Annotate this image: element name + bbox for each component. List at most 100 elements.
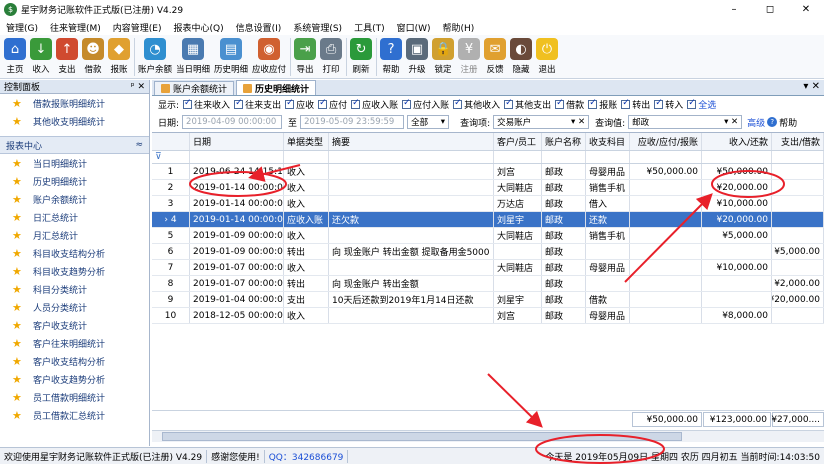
toolbar-button-17[interactable]: ◐ 隐藏 xyxy=(510,35,533,79)
checkbox-box[interactable] xyxy=(555,98,565,109)
toolbar-button-4[interactable]: ◆ 报账 xyxy=(108,35,130,79)
menu-item-4[interactable]: 信息设置(I) xyxy=(230,21,288,34)
toolbar-button-8[interactable]: ◉ 应收应付 xyxy=(252,35,286,79)
column-header[interactable] xyxy=(152,133,190,150)
column-header[interactable]: 单据类型 xyxy=(284,133,329,150)
filter-checkbox-8[interactable]: 借款 xyxy=(555,98,584,111)
checkbox-box[interactable] xyxy=(318,98,328,109)
column-header[interactable]: 应收/应付/报账 xyxy=(630,133,702,150)
panel-pin-close-button[interactable]: ᵖ ✕ xyxy=(131,82,145,92)
sidebar-item[interactable]: ★ 借款报账明细统计 xyxy=(0,94,149,112)
checkbox-box[interactable] xyxy=(453,98,463,109)
toolbar-button-1[interactable]: ↓ 收入 xyxy=(30,35,52,79)
toolbar-button-7[interactable]: ▤ 历史明细 xyxy=(214,35,248,79)
checkbox-box[interactable] xyxy=(504,98,514,109)
filter-row[interactable]: ⊽ xyxy=(152,151,824,164)
table-row[interactable]: 5 2019-01-09 00:00:00 收入 大同鞋店 邮政 销售手机 ¥5,000.0… xyxy=(152,228,824,244)
column-header[interactable]: 账户名称 xyxy=(542,133,586,150)
sidebar-item[interactable]: ★ 员工借款汇总统计 xyxy=(0,406,149,424)
filter-checkbox-7[interactable]: 其他支出 xyxy=(504,98,551,111)
toolbar-button-10[interactable]: ⎙ 打印 xyxy=(320,35,343,79)
filter-cell[interactable]: ⊽ xyxy=(152,151,190,163)
report-center-group[interactable]: 报表中心 ≈ xyxy=(0,136,149,154)
filter-cell[interactable] xyxy=(630,151,702,163)
checkbox-box[interactable] xyxy=(621,98,631,109)
table-row[interactable]: 10 2018-12-05 00:00:00 收入 刘宫 邮政 母婴用品 ¥8,000.00 xyxy=(152,308,824,324)
minimize-button[interactable]: – xyxy=(716,0,752,19)
sidebar-item[interactable]: ★ 客户收支结构分析 xyxy=(0,352,149,370)
toolbar-button-12[interactable]: ? 帮助 xyxy=(380,35,403,79)
sidebar-item[interactable]: ★ 日汇总统计 xyxy=(0,208,149,226)
close-button[interactable]: ✕ xyxy=(788,0,824,19)
horizontal-scrollbar[interactable] xyxy=(152,430,824,442)
tab-1[interactable]: 历史明细统计 xyxy=(236,80,317,95)
table-row[interactable]: 6 2019-01-09 00:00:00 转出向 现金账户 转出金额 提取备用金5… xyxy=(152,244,824,260)
menu-item-3[interactable]: 报表中心(Q) xyxy=(168,21,230,34)
filter-checkbox-3[interactable]: 应付 xyxy=(318,98,347,111)
toolbar-button-2[interactable]: ↑ 支出 xyxy=(56,35,78,79)
sidebar-item[interactable]: ★ 科目收支趋势分析 xyxy=(0,262,149,280)
menu-item-5[interactable]: 系统管理(S) xyxy=(287,21,348,34)
status-qq[interactable]: QQ：342686679 xyxy=(265,449,349,463)
table-row[interactable]: 8 2019-01-07 00:00:00 转出向 现金账户 转出金额 邮政 ¥2,00… xyxy=(152,276,824,292)
table-row[interactable]: 7 2019-01-07 00:00:00 收入 大同鞋店 邮政 母婴用品 ¥10,000.… xyxy=(152,260,824,276)
table-row[interactable]: 9 2019-01-04 00:00:00 支出 10天后还款到2019年1月14日还… xyxy=(152,292,824,308)
checkbox-box[interactable] xyxy=(654,98,664,109)
query-item-select[interactable]: 交易账户 ▾ ✕ xyxy=(493,115,590,129)
filter-checkbox-5[interactable]: 应付入账 xyxy=(402,98,449,111)
table-row[interactable]: 2 2019-01-14 00:00:00 收入 大同鞋店 邮政 销售手机 ¥20,000.… xyxy=(152,180,824,196)
toolbar-button-18[interactable]: ⏻ 退出 xyxy=(536,35,559,79)
toolbar-button-13[interactable]: ▣ 升级 xyxy=(406,35,429,79)
sidebar-item[interactable]: ★ 账户余额统计 xyxy=(0,190,149,208)
column-header[interactable]: 收支科目 xyxy=(586,133,630,150)
toolbar-button-9[interactable]: ⇥ 导出 xyxy=(294,35,317,79)
checkbox-box[interactable] xyxy=(402,98,412,109)
help-circle-icon[interactable]: ? xyxy=(767,117,778,127)
column-header[interactable]: 客户/员工 xyxy=(494,133,542,150)
filter-cell[interactable] xyxy=(190,151,284,163)
menu-item-8[interactable]: 帮助(H) xyxy=(437,21,481,34)
advanced-button[interactable]: 高级 xyxy=(747,116,765,129)
filter-checkbox-12[interactable]: 全选 xyxy=(687,98,716,111)
sidebar-item[interactable]: ★ 客户收支趋势分析 xyxy=(0,370,149,388)
menu-item-2[interactable]: 内容管理(E) xyxy=(107,21,168,34)
filter-checkbox-11[interactable]: 转入 xyxy=(654,98,683,111)
filter-checkbox-9[interactable]: 报账 xyxy=(588,98,617,111)
filter-cell[interactable] xyxy=(772,151,824,163)
menu-item-6[interactable]: 工具(T) xyxy=(348,21,391,34)
filter-checkbox-0[interactable]: 往来收入 xyxy=(183,98,230,111)
help-link[interactable]: 帮助 xyxy=(779,116,797,129)
date-from-field[interactable]: 2019-04-09 00:00:00 xyxy=(182,115,283,129)
toolbar-button-3[interactable]: ☻ 借款 xyxy=(82,35,104,79)
sidebar-item[interactable]: ★ 科目分类统计 xyxy=(0,280,149,298)
table-row[interactable]: 1 2019-06-24 14:15:14 收入 刘宫 邮政 母婴用品 ¥50,000.00… xyxy=(152,164,824,180)
toolbar-button-6[interactable]: ▦ 当日明细 xyxy=(176,35,210,79)
filter-checkbox-2[interactable]: 应收 xyxy=(285,98,314,111)
checkbox-box[interactable] xyxy=(588,98,598,109)
filter-cell[interactable] xyxy=(284,151,329,163)
sidebar-item[interactable]: ★ 员工借款明细统计 xyxy=(0,388,149,406)
sidebar-item[interactable]: ★ 历史明细统计 xyxy=(0,172,149,190)
toolbar-button-14[interactable]: 🔒 锁定 xyxy=(432,35,455,79)
maximize-button[interactable]: ◻ xyxy=(752,0,788,19)
table-row[interactable]: 3 2019-01-14 00:00:00 收入 万达店 邮政 借入 ¥10,000.00 xyxy=(152,196,824,212)
filter-checkbox-10[interactable]: 转出 xyxy=(621,98,650,111)
checkbox-box[interactable] xyxy=(183,98,193,109)
toolbar-button-11[interactable]: ↻ 刷新 xyxy=(350,35,373,79)
toolbar-button-0[interactable]: ⌂ 主页 xyxy=(4,35,26,79)
filter-cell[interactable] xyxy=(494,151,542,163)
checkbox-box[interactable] xyxy=(351,98,361,109)
sidebar-item[interactable]: ★ 科目收支结构分析 xyxy=(0,244,149,262)
filter-cell[interactable] xyxy=(329,151,494,163)
query-value-select[interactable]: 邮政 ▾ ✕ xyxy=(628,115,743,129)
tab-close-button[interactable]: ▾ ✕ xyxy=(803,81,820,92)
tab-0[interactable]: 账户余额统计 xyxy=(154,81,235,95)
table-row[interactable]: › 4 2019-01-14 00:00:00 应收入账 还欠款 刘星宇 邮政 还款 ¥20,… xyxy=(152,212,824,228)
menu-item-0[interactable]: 管理(G) xyxy=(0,21,44,34)
scope-select[interactable]: 全部 ▾ xyxy=(407,115,450,129)
filter-checkbox-1[interactable]: 往来支出 xyxy=(234,98,281,111)
menu-item-1[interactable]: 往来管理(M) xyxy=(44,21,107,34)
sidebar-item[interactable]: ★ 月汇总统计 xyxy=(0,226,149,244)
column-header[interactable]: 支出/借款 xyxy=(772,133,824,150)
checkbox-box[interactable] xyxy=(285,98,295,109)
